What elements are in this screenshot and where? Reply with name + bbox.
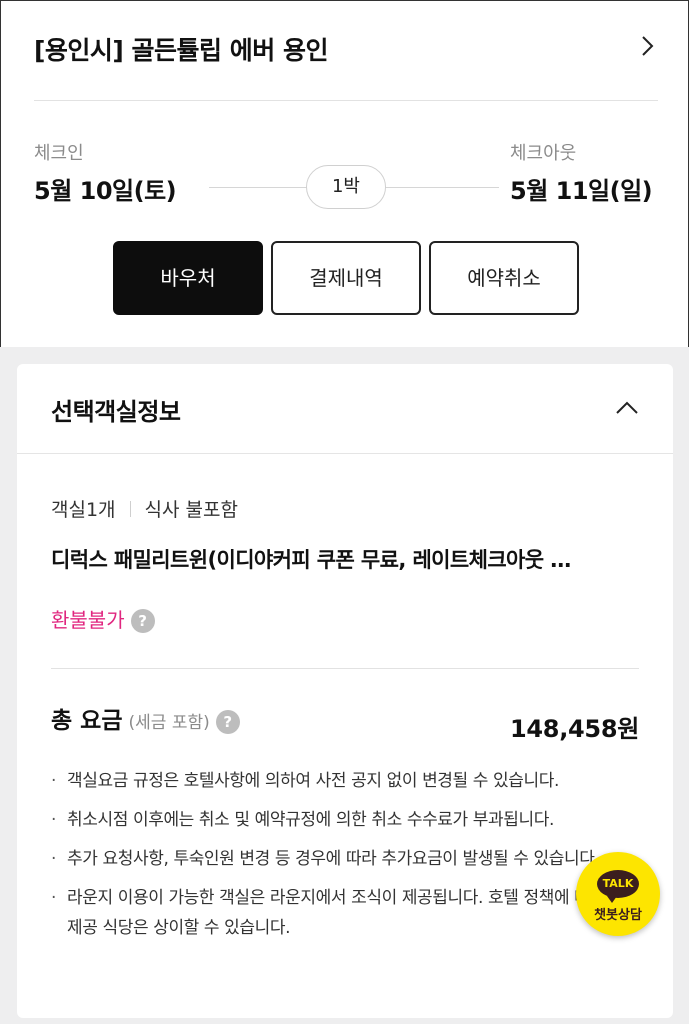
notice-item: 라운지 이용이 가능한 객실은 라운지에서 조식이 제공됩니다. 호텔 정책에 … (51, 883, 651, 943)
chevron-right-icon[interactable] (636, 35, 658, 57)
chevron-up-icon[interactable] (615, 398, 639, 416)
checkin-label: 체크인 (34, 143, 84, 164)
checkout-date: 5월 11일(일) (510, 177, 653, 205)
room-section-header[interactable]: 선택객실정보 (17, 364, 673, 454)
room-name: 디럭스 패밀리트윈(이디야커피 쿠폰 무료, 레이트체크아웃 … (51, 548, 571, 572)
notice-item: 취소시점 이후에는 취소 및 예약규정에 의한 취소 수수료가 부과됩니다. (51, 805, 651, 835)
voucher-button[interactable]: 바우처 (113, 241, 263, 315)
hotel-name: [용인시] 골든튤립 에버 용인 (34, 36, 328, 65)
notice-item: 추가 요청사항, 투숙인원 변경 등 경우에 따라 추가요금이 발생될 수 있습… (51, 844, 651, 874)
notice-list: 객실요금 규정은 호텔사항에 의하여 사전 공지 없이 변경될 수 있습니다. … (51, 766, 651, 952)
cancel-reservation-button[interactable]: 예약취소 (429, 241, 579, 315)
tax-note: (세금 포함) (128, 713, 210, 733)
selected-room-card: 선택객실정보 객실1개 식사 불포함 디럭스 패밀리트윈(이디야커피 쿠폰 무료,… (17, 364, 673, 1018)
meal-info: 식사 불포함 (144, 499, 238, 521)
hotel-name-row[interactable]: [용인시] 골든튤립 에버 용인 (34, 21, 658, 101)
room-meta: 객실1개 식사 불포함 (51, 495, 238, 522)
help-icon[interactable]: ? (130, 609, 155, 633)
checkin-date: 5월 10일(토) (34, 177, 177, 205)
chatbot-label: 챗봇상담 (594, 908, 642, 923)
notice-item: 객실요금 규정은 호텔사항에 의하여 사전 공지 없이 변경될 수 있습니다. (51, 766, 651, 796)
room-count: 객실1개 (51, 499, 116, 521)
refund-policy: 환불불가? (51, 604, 155, 633)
divider (51, 668, 639, 669)
nights-badge: 1박 (306, 165, 386, 209)
chatbot-button[interactable]: TALK 챗봇상담 (576, 852, 660, 936)
talk-bubble-icon: TALK (597, 870, 639, 903)
reservation-summary: [용인시] 골든튤립 에버 용인 체크인 5월 10일(토) 1박 체크아웃 5… (0, 0, 689, 347)
meta-divider (129, 501, 131, 517)
action-buttons: 바우처 결제내역 예약취소 (113, 241, 579, 315)
help-icon[interactable]: ? (215, 710, 240, 734)
checkout-label: 체크아웃 (510, 143, 577, 164)
section-title: 선택객실정보 (51, 398, 181, 426)
stay-dates: 체크인 5월 10일(토) 1박 체크아웃 5월 11일(일) (34, 133, 658, 213)
total-price-label: 총 요금 (세금 포함)? (51, 701, 240, 735)
refund-policy-label: 환불불가 (51, 608, 125, 632)
total-amount: 148,458원 (510, 715, 639, 743)
total-label: 총 요금 (51, 708, 123, 734)
payment-history-button[interactable]: 결제내역 (271, 241, 421, 315)
